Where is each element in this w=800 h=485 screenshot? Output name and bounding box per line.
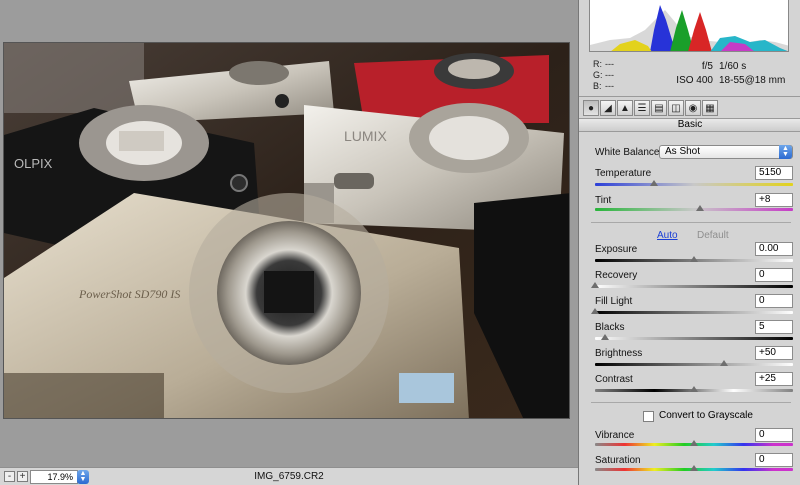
temperature-label: Temperature: [595, 168, 652, 179]
exposure-value-field[interactable]: 0.00: [755, 242, 793, 256]
basic-tab-icon[interactable]: ●: [583, 100, 599, 116]
svg-text:OLPIX: OLPIX: [14, 156, 53, 171]
recovery-label: Recovery: [595, 270, 638, 281]
fill-light-value-field[interactable]: 0: [755, 294, 793, 308]
status-bar: - + 17.9% ▲ ▼ IMG_6759.CR2: [0, 467, 578, 485]
contrast-slider-thumb[interactable]: [690, 386, 698, 392]
fill-light-slider-thumb[interactable]: [591, 308, 599, 314]
shutter-value: 1/60 s: [719, 61, 747, 72]
exposure-slider-thumb[interactable]: [690, 256, 698, 262]
vibrance-slider-thumb[interactable]: [690, 440, 698, 446]
vibrance-value-field[interactable]: 0: [755, 428, 793, 442]
contrast-label: Contrast: [595, 374, 633, 385]
divider: [579, 96, 800, 97]
r-label: R:: [593, 59, 602, 69]
recovery-slider-thumb[interactable]: [591, 282, 599, 288]
g-label: G:: [593, 70, 603, 80]
blacks-label: Blacks: [595, 322, 625, 333]
tint-slider-track[interactable]: [595, 208, 793, 211]
camera-info: f/5 1/60 s ISO 400 18-55@18 mm: [665, 60, 793, 88]
iso-value: ISO 400: [676, 75, 713, 86]
recovery-value-field[interactable]: 0: [755, 268, 793, 282]
split-toning-tab-icon[interactable]: ▤: [651, 100, 667, 116]
presets-tab-icon[interactable]: ▦: [702, 100, 718, 116]
tone-curve-tab-icon[interactable]: ◢: [600, 100, 616, 116]
preview-area: OLPIX LUMIX PowerShot SD790 IS: [0, 0, 578, 467]
lens-value: 18-55@18 mm: [719, 75, 786, 86]
filename-label: IMG_6759.CR2: [254, 471, 324, 482]
auto-link[interactable]: Auto: [657, 230, 678, 241]
rgb-readout: R: --- G: --- B: ---: [593, 59, 617, 92]
camera-calibration-tab-icon[interactable]: ◉: [685, 100, 701, 116]
section-title: Basic: [579, 118, 800, 132]
temperature-slider-track[interactable]: [595, 183, 793, 186]
grayscale-label: Convert to Grayscale: [659, 410, 753, 421]
brightness-slider-track[interactable]: [595, 363, 793, 366]
temperature-slider-thumb[interactable]: [650, 180, 659, 186]
white-balance-select[interactable]: As Shot ▲ ▼: [659, 145, 793, 159]
blacks-value-field[interactable]: 5: [755, 320, 793, 334]
adjustments-panel: R: --- G: --- B: --- f/5 1/60 s ISO 400 18-55…: [578, 0, 800, 485]
recovery-slider-track[interactable]: [595, 285, 793, 288]
blacks-slider-track[interactable]: [595, 337, 793, 340]
white-balance-value: As Shot: [665, 146, 701, 157]
detail-tab-icon[interactable]: ▲: [617, 100, 633, 116]
photo-preview[interactable]: OLPIX LUMIX PowerShot SD790 IS: [3, 42, 570, 419]
temperature-value-field[interactable]: 5150: [755, 166, 793, 180]
b-label: B:: [593, 81, 602, 91]
contrast-value-field[interactable]: +25: [755, 372, 793, 386]
white-balance-label: White Balance:: [595, 147, 663, 158]
brightness-value-field[interactable]: +50: [755, 346, 793, 360]
grayscale-checkbox[interactable]: [643, 411, 654, 422]
tint-value-field[interactable]: +8: [755, 193, 793, 207]
r-value: ---: [605, 59, 614, 69]
saturation-slider-thumb[interactable]: [690, 465, 698, 471]
lens-tab-icon[interactable]: ◫: [668, 100, 684, 116]
photo-image: OLPIX LUMIX PowerShot SD790 IS: [4, 43, 569, 418]
tint-label: Tint: [595, 195, 612, 206]
brightness-label: Brightness: [595, 348, 643, 359]
saturation-label: Saturation: [595, 455, 641, 466]
fill-light-slider-track[interactable]: [595, 311, 793, 314]
aperture-value: f/5: [701, 61, 713, 72]
b-value: ---: [605, 81, 614, 91]
g-value: ---: [605, 70, 614, 80]
default-link[interactable]: Default: [697, 230, 729, 241]
panel-tabs: ● ◢ ▲ ☰ ▤ ◫ ◉ ▦: [583, 100, 718, 116]
histogram: [589, 0, 789, 52]
saturation-value-field[interactable]: 0: [755, 453, 793, 467]
fill-light-label: Fill Light: [595, 296, 633, 307]
select-arrows-icon: ▲ ▼: [779, 145, 792, 159]
svg-text:PowerShot SD790 IS: PowerShot SD790 IS: [78, 287, 180, 301]
vibrance-label: Vibrance: [595, 430, 635, 441]
exposure-label: Exposure: [595, 244, 638, 255]
brightness-slider-thumb[interactable]: [719, 360, 728, 366]
tint-slider-thumb[interactable]: [695, 205, 704, 211]
hsl-tab-icon[interactable]: ☰: [634, 100, 650, 116]
divider: [591, 402, 791, 403]
blacks-slider-thumb[interactable]: [600, 334, 609, 340]
divider: [591, 222, 791, 223]
svg-text:LUMIX: LUMIX: [344, 128, 387, 144]
